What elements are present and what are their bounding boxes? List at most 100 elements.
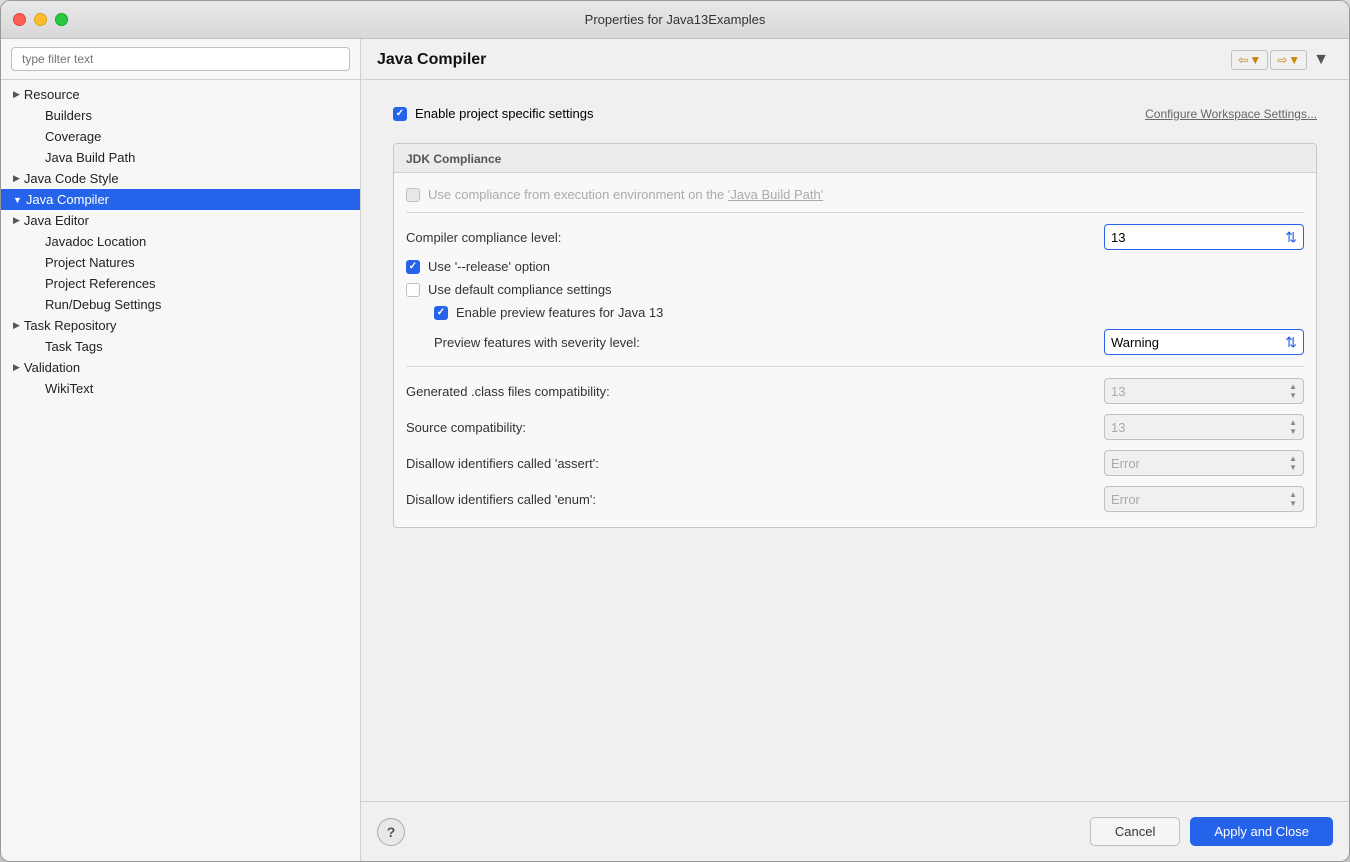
sidebar-item-validation[interactable]: ▶Validation [1,357,360,378]
help-icon: ? [387,824,396,840]
enable-checkbox-row: ✓ Enable project specific settings [393,106,593,121]
checkmark-icon: ✓ [396,108,404,119]
compiler-compliance-label: Compiler compliance level: [406,230,561,245]
sidebar-item-builders[interactable]: Builders [1,105,360,126]
generated-class-value: 13 [1111,384,1125,399]
source-compat-up-icon: ▲ [1289,419,1297,427]
sidebar-item-label: Java Compiler [26,192,109,207]
panel-title: Java Compiler [377,51,486,69]
sidebar-item-project-natures[interactable]: Project Natures [1,252,360,273]
close-button[interactable] [13,13,26,26]
titlebar: Properties for Java13Examples [1,1,1349,39]
sidebar-item-task-repository[interactable]: ▶Task Repository [1,315,360,336]
panel-header: Java Compiler ⇦ ▼ ⇨ ▼ ▼ [361,39,1349,80]
use-release-label: Use '--release' option [428,259,550,274]
disallow-enum-value: Error [1111,492,1140,507]
sidebar-item-javadoc-location[interactable]: Javadoc Location [1,231,360,252]
disallow-enum-up-icon: ▲ [1289,491,1297,499]
disallow-assert-spinner[interactable]: Error ▲ ▼ [1104,450,1304,476]
back-button[interactable]: ⇦ ▼ [1231,50,1268,70]
source-compat-value: 13 [1111,420,1125,435]
forward-arrow-icon: ⇨ [1277,53,1287,67]
sidebar-item-label: Validation [24,360,80,375]
enable-settings-label: Enable project specific settings [415,106,593,121]
sidebar-item-project-references[interactable]: Project References [1,273,360,294]
release-checkmark-icon: ✓ [409,261,417,272]
main-panel: Java Compiler ⇦ ▼ ⇨ ▼ ▼ [361,39,1349,861]
disallow-assert-label: Disallow identifiers called 'assert': [406,456,599,471]
disallow-assert-arrows: ▲ ▼ [1289,455,1297,472]
use-release-checkbox[interactable]: ✓ [406,260,420,274]
generated-class-down-icon: ▼ [1289,392,1297,400]
apply-close-button[interactable]: Apply and Close [1190,817,1333,846]
source-compat-spinner[interactable]: 13 ▲ ▼ [1104,414,1304,440]
sidebar-item-wikitext[interactable]: WikiText [1,378,360,399]
window-title: Properties for Java13Examples [585,12,766,27]
use-default-compliance-label: Use default compliance settings [428,282,612,297]
sidebar-item-label: WikiText [45,381,93,396]
enable-preview-label: Enable preview features for Java 13 [456,305,663,320]
maximize-button[interactable] [55,13,68,26]
sidebar-item-java-build-path[interactable]: Java Build Path [1,147,360,168]
sidebar-item-resource[interactable]: ▶ Resource [1,84,360,105]
generated-class-row: Generated .class files compatibility: 13… [406,373,1304,409]
enable-preview-row: ✓ Enable preview features for Java 13 [434,301,1304,324]
sidebar-item-java-code-style[interactable]: ▶ Java Code Style [1,168,360,189]
compiler-compliance-row: Compiler compliance level: 13 ⇅ [406,219,1304,255]
panel-content: ✓ Enable project specific settings Confi… [361,80,1349,801]
minimize-button[interactable] [34,13,47,26]
use-default-compliance-row: Use default compliance settings [406,278,1304,301]
properties-window: Properties for Java13Examples ▶ Resource B… [0,0,1350,862]
compiler-compliance-select[interactable]: 13 ⇅ [1104,224,1304,250]
tree-arrow-icon: ▶ [13,215,20,226]
help-button[interactable]: ? [377,818,405,846]
enable-settings-checkbox[interactable]: ✓ [393,107,407,121]
generated-class-label: Generated .class files compatibility: [406,384,610,399]
sidebar-item-label: Resource [24,87,80,102]
use-release-row: ✓ Use '--release' option [406,255,1304,278]
sidebar-item-coverage[interactable]: Coverage [1,126,360,147]
tree-arrow-icon: ▶ [13,173,20,184]
search-input[interactable] [11,47,350,71]
generated-class-spinner[interactable]: 13 ▲ ▼ [1104,378,1304,404]
back-arrow-icon: ⇦ [1238,53,1248,67]
sidebar-item-run-debug-settings[interactable]: Run/Debug Settings [1,294,360,315]
use-compliance-checkbox[interactable] [406,188,420,202]
source-compat-row: Source compatibility: 13 ▲ ▼ [406,409,1304,445]
jdk-section-body: Use compliance from execution environmen… [394,173,1316,527]
disallow-enum-row: Disallow identifiers called 'enum': Erro… [406,481,1304,517]
sidebar-item-java-editor[interactable]: ▶Java Editor [1,210,360,231]
disallow-enum-label: Disallow identifiers called 'enum': [406,492,596,507]
sidebar-item-label: Java Code Style [24,171,119,186]
tree: ▶ Resource BuildersCoverageJava Build Path… [1,80,360,861]
sidebar-item-label: Javadoc Location [45,234,146,249]
sidebar-item-java-compiler[interactable]: ▼Java Compiler [1,189,360,210]
window-controls [13,13,68,26]
back-dropdown-arrow: ▼ [1249,53,1261,67]
compiler-compliance-value: 13 [1111,230,1125,245]
enable-settings-row: ✓ Enable project specific settings Confi… [377,96,1333,131]
sidebar-item-label: Task Tags [45,339,103,354]
preview-severity-select[interactable]: Warning ⇅ [1104,329,1304,355]
sidebar: ▶ Resource BuildersCoverageJava Build Path… [1,39,361,861]
enable-preview-checkbox[interactable]: ✓ [434,306,448,320]
main-content: ▶ Resource BuildersCoverageJava Build Path… [1,39,1349,861]
sidebar-item-label: Project References [45,276,156,291]
use-default-compliance-checkbox[interactable] [406,283,420,297]
disallow-enum-arrows: ▲ ▼ [1289,491,1297,508]
disallow-enum-down-icon: ▼ [1289,500,1297,508]
menu-dropdown-button[interactable]: ▼ [1309,49,1333,71]
sidebar-item-task-tags[interactable]: Task Tags [1,336,360,357]
configure-workspace-link[interactable]: Configure Workspace Settings... [1145,107,1317,121]
preview-checkmark-icon: ✓ [437,307,445,318]
generated-class-up-icon: ▲ [1289,383,1297,391]
forward-button[interactable]: ⇨ ▼ [1270,50,1307,70]
preview-severity-row: Preview features with severity level: Wa… [434,324,1304,360]
sidebar-item-label: Run/Debug Settings [45,297,161,312]
jdk-section-title: JDK Compliance [394,144,1316,173]
cancel-button[interactable]: Cancel [1090,817,1180,846]
nav-buttons: ⇦ ▼ ⇨ ▼ ▼ [1231,49,1333,71]
footer: ? Cancel Apply and Close [361,801,1349,861]
tree-arrow-icon: ▶ [13,89,20,100]
disallow-enum-spinner[interactable]: Error ▲ ▼ [1104,486,1304,512]
